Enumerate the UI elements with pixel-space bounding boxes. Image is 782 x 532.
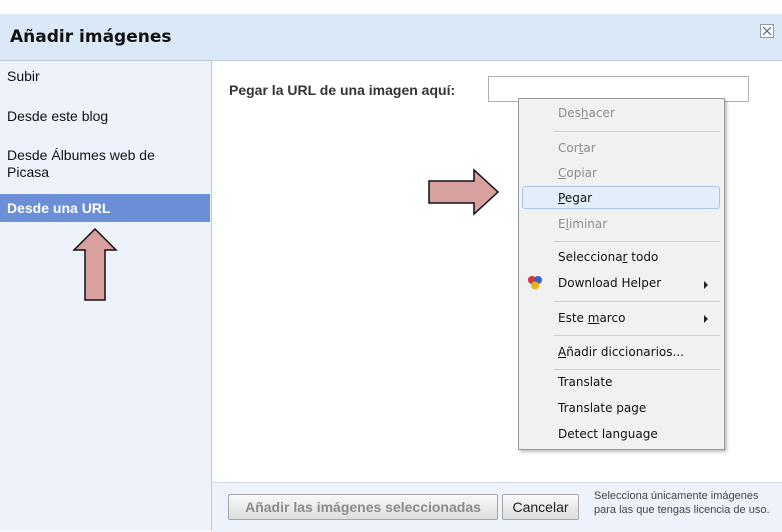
submenu-arrow-icon [704,281,708,289]
submenu-arrow-icon [704,315,708,323]
menu-item-translate[interactable]: Translate [558,375,613,389]
sidebar-item-picasa[interactable]: Desde Álbumes web de Picasa [0,147,200,181]
menu-item-cortar[interactable]: Cortar [558,141,596,155]
download-helper-icon [528,276,542,290]
menu-item-deshacer[interactable]: Deshacer [558,106,615,120]
dialog-title: Añadir imágenes [10,27,172,47]
add-selected-images-button[interactable]: Añadir las imágenes seleccionadas [228,494,498,520]
menu-item-pegar[interactable]: Pegar [558,191,592,205]
menu-item-detect-language[interactable]: Detect language [558,427,658,441]
menu-separator [554,131,720,132]
close-button[interactable] [760,24,774,38]
top-spacer [0,0,782,14]
cancel-button[interactable]: Cancelar [502,494,579,520]
menu-separator [554,369,720,370]
menu-separator [554,335,720,336]
pointer-arrow-right-icon [428,168,500,216]
license-note: Selecciona únicamente imágenes para las … [594,490,770,516]
menu-separator [554,301,720,302]
sidebar-item-url[interactable]: Desde una URL [0,194,210,222]
menu-item-download-helper[interactable]: Download Helper [558,276,661,290]
context-menu-highlight [522,186,720,209]
sidebar-item-este-blog[interactable]: Desde este blog [0,108,210,125]
menu-separator [554,241,720,242]
menu-item-eliminar[interactable]: Eliminar [558,217,607,231]
menu-item-seleccionar-todo[interactable]: Seleccionar todo [558,250,658,264]
menu-item-translate-page[interactable]: Translate page [558,401,646,415]
menu-item-este-marco[interactable]: Este marco [558,311,625,325]
menu-item-anadir-diccionarios[interactable]: Añadir diccionarios... [558,345,684,359]
close-icon [763,27,771,35]
url-field-label: Pegar la URL de una imagen aquí: [229,82,456,98]
menu-item-copiar[interactable]: Copiar [558,166,597,180]
pointer-arrow-up-icon [72,228,118,301]
sidebar-item-subir[interactable]: Subir [0,68,210,85]
context-menu [518,98,725,450]
